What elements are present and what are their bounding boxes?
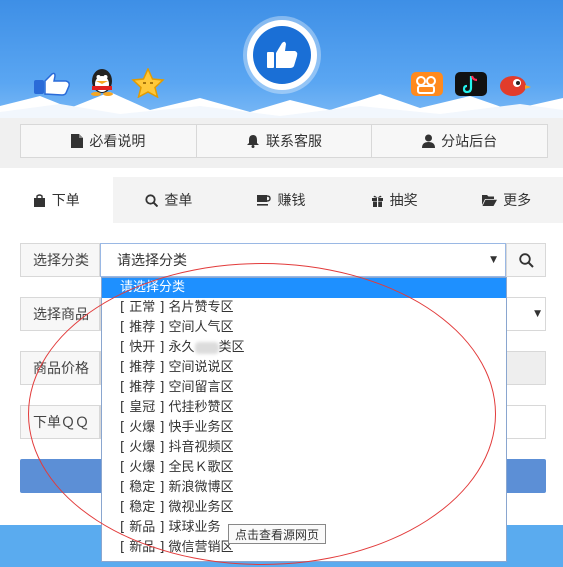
thumbs-up-logo bbox=[247, 20, 317, 90]
hero-banner bbox=[0, 0, 563, 118]
top-nav-bar: 必看说明 联系客服 分站后台 bbox=[0, 118, 563, 168]
qq-label: 下单ＱＱ bbox=[20, 405, 100, 439]
category-select-value: 请选择分类 bbox=[117, 253, 187, 269]
tab-label: 抽奖 bbox=[389, 193, 418, 209]
tooltip: 点击查看源网页 bbox=[228, 524, 327, 544]
nav-item-label: 分站后台 bbox=[441, 134, 498, 150]
qq-penguin-icon bbox=[91, 69, 113, 96]
weibo-bird-icon bbox=[500, 76, 531, 96]
shopping-bag-icon bbox=[33, 193, 45, 207]
product-label: 选择商品 bbox=[20, 297, 100, 331]
nav-button-group: 必看说明 联系客服 分站后台 bbox=[20, 124, 548, 158]
nav-item-label: 必看说明 bbox=[89, 134, 146, 150]
tiktok-app-icon bbox=[455, 72, 487, 96]
tab-earn[interactable]: 赚钱 bbox=[225, 177, 338, 223]
dropdown-option[interactable]: [ 火爆 ] 抖音视频区 bbox=[102, 438, 506, 458]
like-badge-icon bbox=[34, 72, 70, 96]
search-button[interactable] bbox=[506, 243, 546, 277]
dropdown-option[interactable]: [ 推荐 ] 空间人气区 bbox=[102, 318, 506, 338]
folder-open-icon bbox=[482, 195, 498, 206]
chevron-down-icon: ▼ bbox=[490, 255, 497, 265]
tab-label: 下单 bbox=[51, 193, 80, 209]
dropdown-option[interactable]: [ 推荐 ] 空间说说区 bbox=[102, 358, 506, 378]
dropdown-option-suffix: 类区 bbox=[218, 340, 245, 355]
tab-label: 赚钱 bbox=[277, 193, 306, 209]
dropdown-option-text: [ 快开 ] 永久 bbox=[120, 340, 195, 355]
dropdown-option[interactable]: [ 火爆 ] 全民Ｋ歌区 bbox=[102, 458, 506, 478]
dropdown-option[interactable]: [ 推荐 ] 空间留言区 bbox=[102, 378, 506, 398]
price-label: 商品价格 bbox=[20, 351, 100, 385]
user-icon bbox=[422, 134, 436, 148]
star-icon bbox=[131, 68, 165, 98]
tab-query-order[interactable]: 查单 bbox=[113, 177, 226, 223]
blurred-text bbox=[194, 341, 219, 354]
dropdown-option[interactable]: [ 火爆 ] 快手业务区 bbox=[102, 418, 506, 438]
dropdown-option[interactable]: [ 稳定 ] 微视业务区 bbox=[102, 498, 506, 518]
kuaishou-app-icon bbox=[411, 72, 443, 96]
tab-lottery[interactable]: 抽奖 bbox=[338, 177, 451, 223]
nav-item-support[interactable]: 联系客服 bbox=[197, 125, 373, 157]
gift-icon bbox=[371, 195, 383, 207]
tab-more[interactable]: 更多 bbox=[450, 177, 563, 223]
document-icon bbox=[71, 134, 84, 148]
dropdown-option[interactable]: 请选择分类 bbox=[102, 278, 506, 298]
nav-item-substation[interactable]: 分站后台 bbox=[372, 125, 547, 157]
tab-order[interactable]: 下单 bbox=[0, 177, 113, 223]
search-icon bbox=[518, 252, 534, 268]
dropdown-option[interactable]: [ 快开 ] 永久 类区 bbox=[102, 338, 506, 358]
category-select[interactable]: 请选择分类 ▼ bbox=[100, 243, 506, 277]
chevron-down-icon: ▼ bbox=[534, 309, 541, 319]
dropdown-option[interactable]: [ 稳定 ] 新浪微博区 bbox=[102, 478, 506, 498]
nav-item-instructions[interactable]: 必看说明 bbox=[21, 125, 197, 157]
category-label: 选择分类 bbox=[20, 243, 100, 277]
tab-label: 更多 bbox=[503, 193, 532, 209]
main-tabs: 下单 查单 赚钱 抽奖 更多 bbox=[0, 177, 563, 223]
category-row: 选择分类 请选择分类 ▼ bbox=[20, 243, 546, 277]
tab-label: 查单 bbox=[164, 193, 193, 209]
thumbs-up-icon bbox=[267, 41, 298, 68]
coffee-cup-icon bbox=[257, 195, 272, 206]
dropdown-option[interactable]: [ 正常 ] 名片赞专区 bbox=[102, 298, 506, 318]
dropdown-option[interactable]: [ 皇冠 ] 代挂秒赞区 bbox=[102, 398, 506, 418]
bell-icon bbox=[247, 135, 259, 148]
nav-item-label: 联系客服 bbox=[266, 134, 322, 150]
search-icon bbox=[145, 193, 159, 207]
category-dropdown-list: 请选择分类 [ 正常 ] 名片赞专区 [ 推荐 ] 空间人气区 [ 快开 ] 永… bbox=[101, 277, 507, 562]
